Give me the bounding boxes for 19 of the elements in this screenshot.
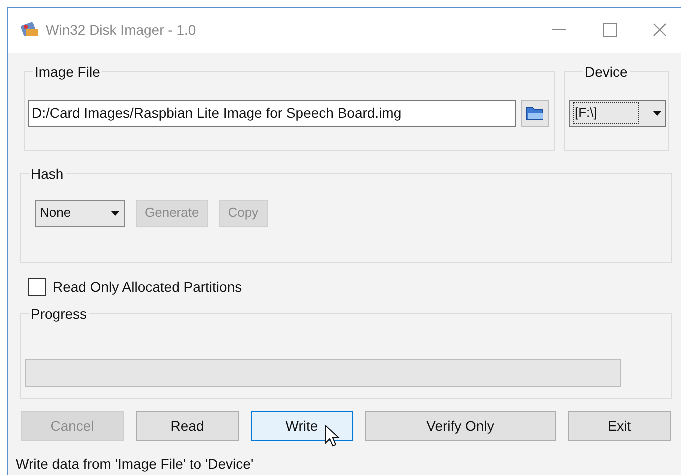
hash-dropdown[interactable]: None — [35, 200, 125, 227]
folder-icon — [526, 106, 544, 121]
action-button[interactable]: Read — [136, 411, 239, 441]
action-button[interactable]: Verify Only — [365, 411, 556, 441]
window-title: Win32 Disk Imager - 1.0 — [46, 20, 196, 40]
checkbox[interactable] — [28, 278, 46, 296]
action-button[interactable]: Exit — [568, 411, 671, 441]
maximize-icon[interactable] — [603, 23, 617, 38]
mouse-pointer-icon — [325, 425, 340, 447]
minimize-icon[interactable] — [552, 29, 566, 32]
image-file-field[interactable]: D:/Card Images/Raspbian Lite Image for Speech Board.img — [28, 100, 516, 127]
status-text: Write data from 'Image File' to 'Device' — [16, 455, 255, 474]
checkbox-label: Read Only Allocated Partitions — [53, 278, 242, 297]
caret-icon — [111, 210, 120, 216]
action-button[interactable]: Write — [251, 411, 353, 441]
close-icon[interactable] — [653, 23, 667, 38]
device-dropdown[interactable]: [F:\] — [569, 100, 666, 127]
browse-button[interactable] — [521, 100, 549, 127]
caret-icon — [653, 110, 662, 116]
